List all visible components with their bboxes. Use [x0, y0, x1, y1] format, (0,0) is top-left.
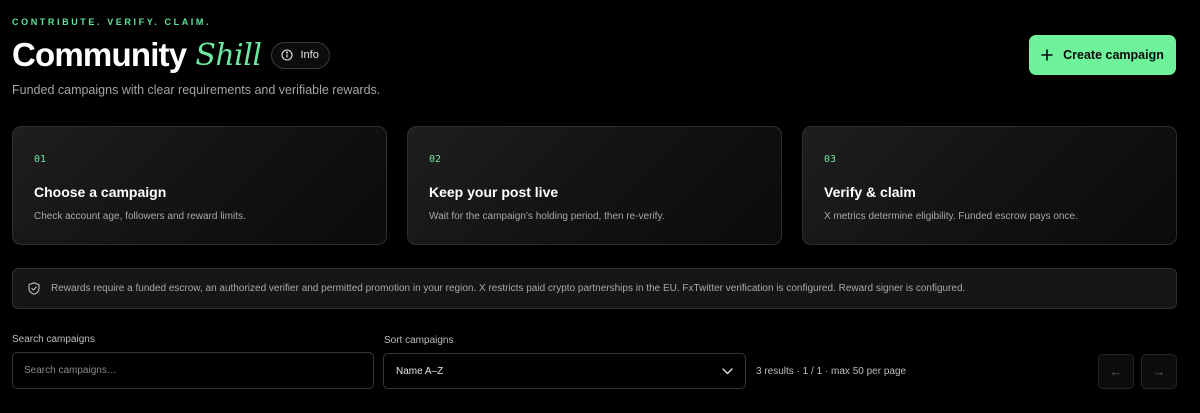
sort-label: Sort campaigns [384, 335, 454, 346]
step-number: 01 [34, 154, 47, 165]
sort-selected-value: Name A–Z [396, 365, 444, 377]
step-description: X metrics determine eligibility. Funded … [824, 211, 1078, 222]
steps-section: 01 Choose a campaign Check account age, … [12, 126, 1177, 245]
next-page-button[interactable]: → [1141, 354, 1177, 389]
step-description: Wait for the campaign’s holding period, … [429, 211, 665, 222]
step-card-verify-claim: 03 Verify & claim X metrics determine el… [802, 126, 1177, 245]
sort-select[interactable]: Name A–Z [383, 353, 746, 389]
search-input[interactable] [12, 352, 374, 389]
step-description: Check account age, followers and reward … [34, 211, 246, 222]
info-circle-icon [281, 49, 294, 61]
step-number: 02 [429, 154, 442, 165]
search-label: Search campaigns [12, 334, 95, 345]
page-title: Community [12, 36, 187, 73]
plus-icon [1041, 49, 1053, 61]
step-card-choose: 01 Choose a campaign Check account age, … [12, 126, 387, 245]
results-summary: 3 results · 1 / 1 · max 50 per page [756, 366, 907, 377]
prev-page-button[interactable]: ← [1098, 354, 1134, 389]
info-button[interactable]: Info [271, 41, 330, 69]
info-button-label: Info [300, 49, 319, 61]
page-title-row: Community Shill Info [12, 36, 330, 74]
rewards-notice: Rewards require a funded escrow, an auth… [12, 268, 1177, 309]
arrow-left-icon: ← [1109, 364, 1123, 379]
create-campaign-button[interactable]: Create campaign [1029, 35, 1176, 75]
page-title-accent: Shill [195, 37, 262, 73]
step-title: Verify & claim [824, 184, 916, 200]
chevron-down-icon [722, 367, 733, 375]
step-card-keep-live: 02 Keep your post live Wait for the camp… [407, 126, 782, 245]
rewards-notice-text: Rewards require a funded escrow, an auth… [51, 283, 966, 294]
community-shill-page: CONTRIBUTE. VERIFY. CLAIM. Community Shi… [0, 0, 1200, 413]
arrow-right-icon: → [1152, 364, 1166, 379]
eyebrow-tagline: CONTRIBUTE. VERIFY. CLAIM. [12, 17, 212, 27]
shield-check-icon [28, 282, 51, 295]
step-title: Choose a campaign [34, 184, 167, 200]
create-campaign-label: Create campaign [1063, 48, 1164, 62]
page-subtitle: Funded campaigns with clear requirements… [12, 83, 381, 97]
step-number: 03 [824, 154, 837, 165]
step-title: Keep your post live [429, 184, 559, 200]
